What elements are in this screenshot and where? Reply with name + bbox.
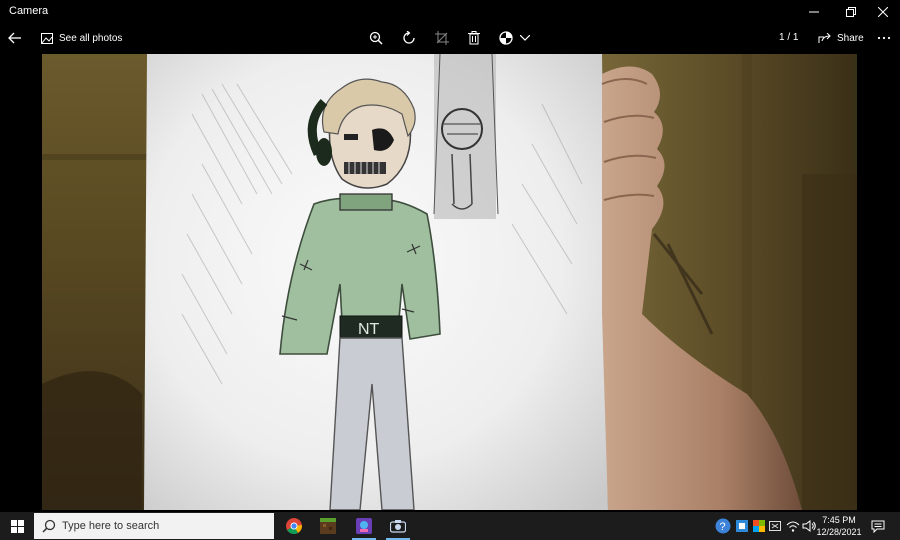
maximize-button[interactable] [834, 0, 868, 24]
tray-app-3[interactable] [767, 512, 783, 540]
game-app-icon [356, 518, 372, 534]
more-options-button[interactable] [876, 30, 892, 46]
minecraft-icon [320, 518, 336, 534]
webcam-photo: NT [42, 54, 857, 510]
photo-image[interactable]: NT [42, 54, 857, 510]
crop-button[interactable] [434, 30, 450, 46]
restore-icon [846, 7, 856, 17]
taskbar-app-camera[interactable] [382, 512, 414, 540]
store-icon [753, 520, 765, 532]
crop-icon [435, 31, 449, 45]
minimize-button[interactable] [797, 0, 831, 24]
help-icon: ? [715, 518, 731, 534]
chevron-down-icon [520, 35, 530, 41]
back-arrow-icon [8, 32, 21, 44]
camera-icon [390, 520, 406, 533]
rotate-button[interactable] [401, 30, 417, 46]
tray-app-2[interactable] [751, 512, 767, 540]
delete-button[interactable] [466, 30, 482, 46]
back-button[interactable] [7, 30, 23, 46]
clock-time: 7:45 PM [822, 515, 856, 525]
trash-icon [468, 31, 480, 45]
taskbar-search-box[interactable]: Type here to search [34, 513, 274, 539]
minimize-icon [809, 11, 819, 13]
windows-logo-icon [10, 519, 24, 533]
close-button[interactable] [866, 0, 900, 24]
tray-volume[interactable] [801, 512, 817, 540]
edit-draw-button[interactable] [498, 30, 514, 46]
app-tray-icon [736, 520, 748, 532]
rotate-icon [403, 31, 415, 44]
chrome-icon [286, 518, 302, 534]
volume-icon [802, 520, 816, 532]
edit-create-icon [499, 31, 513, 45]
xbox-tray-icon [769, 521, 781, 531]
zoom-icon [369, 31, 383, 45]
taskbar-app-minecraft[interactable] [312, 512, 344, 540]
edit-dropdown-button[interactable] [517, 30, 533, 46]
search-placeholder: Type here to search [62, 520, 160, 532]
tray-help[interactable]: ? [714, 512, 732, 540]
taskbar-clock[interactable]: 7:45 PM 12/28/2021 [816, 514, 862, 538]
share-icon [818, 32, 831, 43]
tray-wifi[interactable] [785, 512, 801, 540]
svg-text:?: ? [720, 521, 726, 533]
tray-app-1[interactable] [734, 512, 750, 540]
command-bar: See all photos 1 / 1 Share [0, 24, 900, 52]
close-icon [878, 7, 888, 17]
tray-notifications[interactable] [868, 512, 888, 540]
photo-viewer: NT [0, 52, 900, 512]
window-title: Camera [9, 5, 49, 17]
taskbar: Type here to search ? 7:45 PM 12/28/2021 [0, 512, 900, 540]
taskbar-app-game[interactable] [348, 512, 380, 540]
photo-counter: 1 / 1 [779, 32, 799, 43]
zoom-button[interactable] [368, 30, 384, 46]
see-all-photos-label: See all photos [59, 32, 123, 44]
shirt-lettering: NT [358, 321, 380, 338]
share-label: Share [837, 32, 864, 44]
notification-icon [871, 520, 885, 533]
title-bar: Camera [0, 0, 900, 24]
clock-date: 12/28/2021 [816, 527, 862, 537]
search-icon [42, 519, 56, 533]
start-button[interactable] [0, 512, 34, 540]
wifi-icon [786, 521, 800, 532]
taskbar-app-chrome[interactable] [278, 512, 310, 540]
see-all-photos-button[interactable]: See all photos [41, 29, 122, 47]
share-button[interactable]: Share [818, 29, 864, 47]
photo-icon [41, 32, 53, 44]
more-icon [877, 36, 891, 40]
